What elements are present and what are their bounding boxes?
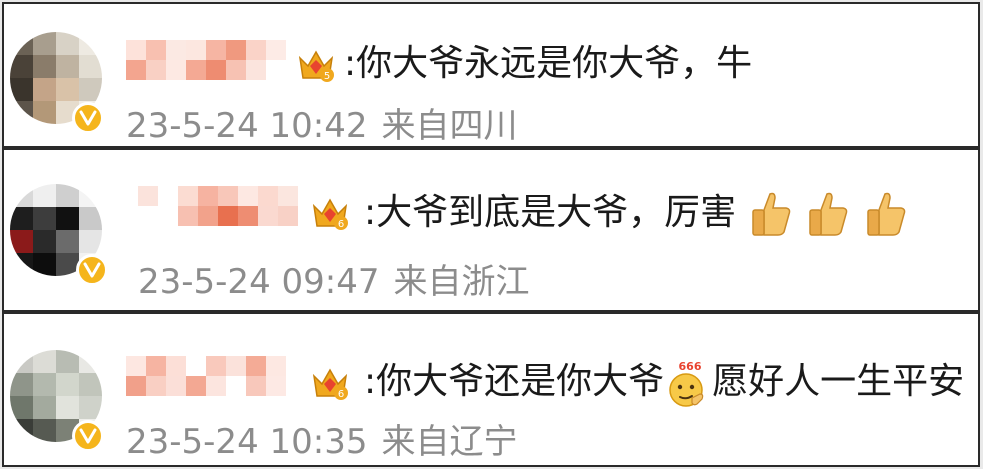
thumbs-up-icon [866,192,905,236]
verified-badge-icon [72,102,104,134]
verified-badge-icon [76,254,108,286]
comment-time: 23-5-24 10:42 [126,106,368,146]
username-mosaic [126,60,286,80]
username-mosaic [126,376,286,396]
crown-level-label: 5 [324,71,330,82]
comment-meta: 23-5-24 10:35 来自辽宁 [126,422,518,462]
comment-location: 来自辽宁 [381,422,518,462]
comment-item: 6 :大爷到底是大爷，厉害 23-5-24 09:47 来自浙江 [2,148,980,312]
crown-level-icon: 6 [312,368,348,400]
comment-item: 6 :你大爷还是你大爷 666 愿好人一生平安 23-5-24 10:35 来自辽… [2,312,980,467]
crown-level-icon: 5 [298,50,334,82]
thumbs-up-icon [751,192,790,236]
comment-time: 23-5-24 09:47 [138,262,380,302]
comment-item: 5 :你大爷永远是你大爷，牛 23-5-24 10:42 来自四川 [2,2,980,148]
comment-text: :你大爷永远是你大爷，牛 [344,43,753,84]
comment-text-content: :大爷到底是大爷，厉害 [364,192,737,233]
comment-meta: 23-5-24 09:47 来自浙江 [138,262,530,302]
emoji-label: 666 [679,360,702,373]
comment-time: 23-5-24 10:35 [126,422,368,462]
comment-text: :你大爷还是你大爷 666 愿好人一生平安 [364,358,964,408]
crown-level-icon: 6 [312,198,348,230]
verified-badge-icon [72,420,104,452]
comment-text-after-emoji: 愿好人一生平安 [712,361,965,402]
comment-meta: 23-5-24 10:42 来自四川 [126,106,518,146]
thumbs-up-icon [809,192,848,236]
username-mosaic [138,206,298,226]
comment-location: 来自四川 [381,106,518,146]
crown-level-label: 6 [338,389,344,400]
comment-text: :大爷到底是大爷，厉害 [364,190,909,238]
comment-location: 来自浙江 [393,262,530,302]
crown-level-label: 6 [338,219,344,230]
666-thinking-emoji-icon: 666 [669,360,704,407]
comment-text-before-emoji: :你大爷还是你大爷 [364,361,665,402]
